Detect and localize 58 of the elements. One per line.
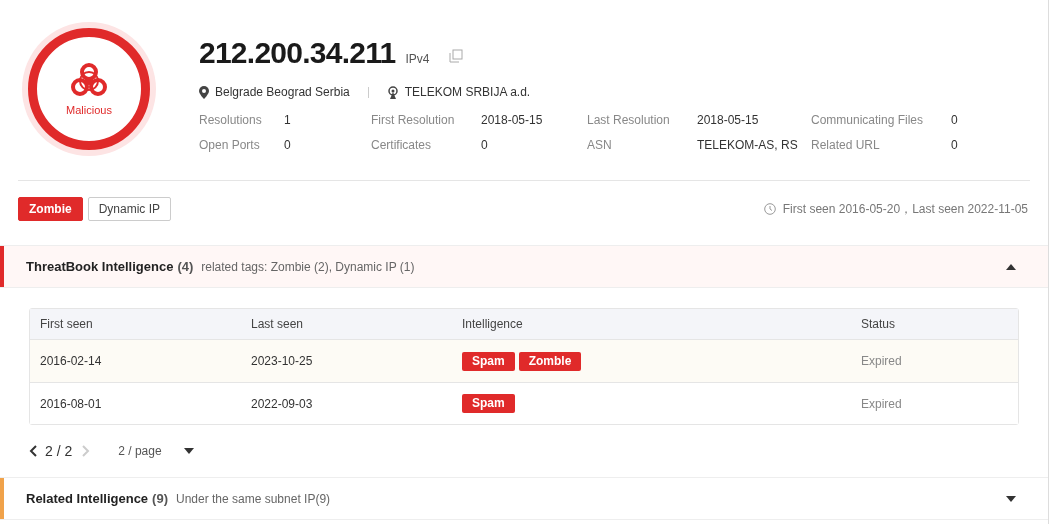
section-header[interactable]: Related Intelligence (9) Under the same subnet IP(9) (0, 477, 1048, 520)
stat-label: First Resolution (371, 111, 456, 129)
caret-icon (183, 448, 194, 454)
section-subtitle: Under the same subnet IP(9) (176, 490, 331, 508)
previous-icon[interactable] (29, 445, 37, 457)
section-header[interactable]: ThreatBook Intelligence (4) related tags: Zombie (2), Dynamic IP (1) (0, 245, 1048, 288)
section-subtitle: related tags: Zombie (2), Dynamic IP (1) (201, 258, 415, 276)
ip-version: IPv4 (405, 51, 430, 68)
table-cell-text: Expired (861, 395, 903, 413)
table-cell-text: 2016-02-14 (40, 353, 103, 370)
caret-icon (1006, 263, 1016, 270)
location-pin-icon (199, 85, 209, 99)
antenna-icon (386, 85, 399, 99)
column-header: Last seen (251, 316, 305, 333)
tag: Zombie (18, 197, 83, 221)
seen-dates: First seen 2016-05-20，Last seen 2022-11-05 (782, 201, 1028, 218)
caret-icon (1006, 495, 1016, 502)
verdict-label: Malicious (66, 102, 112, 118)
stat-value: 1 (284, 111, 292, 129)
stat-value: 0 (951, 111, 959, 129)
section-title: ThreatBook Intelligence (26, 257, 174, 276)
table-row[interactable]: 2016-02-14 2023-10-25 Spam Zomble Expired (30, 340, 1018, 382)
stat-value: 0 (951, 136, 959, 154)
location: Belgrade Beograd Serbia (215, 84, 350, 101)
page-size-select[interactable]: 2 / page (118, 442, 194, 460)
table-cell-text: Expired (861, 353, 903, 370)
stat-value: 0 (284, 136, 292, 154)
tag: Dynamic IP (87, 197, 172, 221)
stat-value: TELEKOM-AS, RS (697, 136, 799, 154)
stat-value: 2018-05-15 (697, 111, 760, 129)
intelligence-tag: Spam (462, 351, 515, 371)
table-cell-text: 2023-10-25 (251, 353, 314, 370)
section-count: (9) (152, 489, 168, 508)
stat-label: Certificates (371, 136, 433, 154)
stat-label: Last Resolution (587, 111, 671, 129)
stat-label: Related URL (811, 136, 881, 154)
intelligence-tag: Spam (462, 394, 515, 413)
stat-label: Resolutions (199, 111, 263, 129)
ip-address: 212.200.34.211 (199, 35, 396, 71)
table-cell-text: 2022-09-03 (251, 395, 314, 413)
intelligence-tag: Zomble (518, 351, 582, 371)
page-indicator: 2 / 2 (45, 441, 73, 461)
stat-label: Open Ports (199, 136, 261, 154)
stat-label: Communicating Files (811, 111, 925, 129)
table-row[interactable]: 2016-08-01 2022-09-03 Spam Expired (30, 382, 1018, 424)
section-count: (4) (177, 257, 194, 276)
clock-icon (763, 203, 776, 215)
column-header: Status (861, 316, 897, 333)
stat-value: 0 (481, 136, 489, 154)
column-header: Intelligence (462, 316, 524, 333)
isp: TELEKOM SRBIJA a.d. (404, 84, 531, 101)
section-title: Related Intelligence (26, 489, 149, 508)
column-header: First seen (40, 316, 94, 333)
copy-icon[interactable] (449, 49, 464, 63)
stat-label: ASN (587, 136, 613, 154)
stat-value: 2018-05-15 (481, 111, 544, 129)
next-icon[interactable] (82, 445, 91, 457)
table-cell-text: 2016-08-01 (40, 395, 103, 413)
